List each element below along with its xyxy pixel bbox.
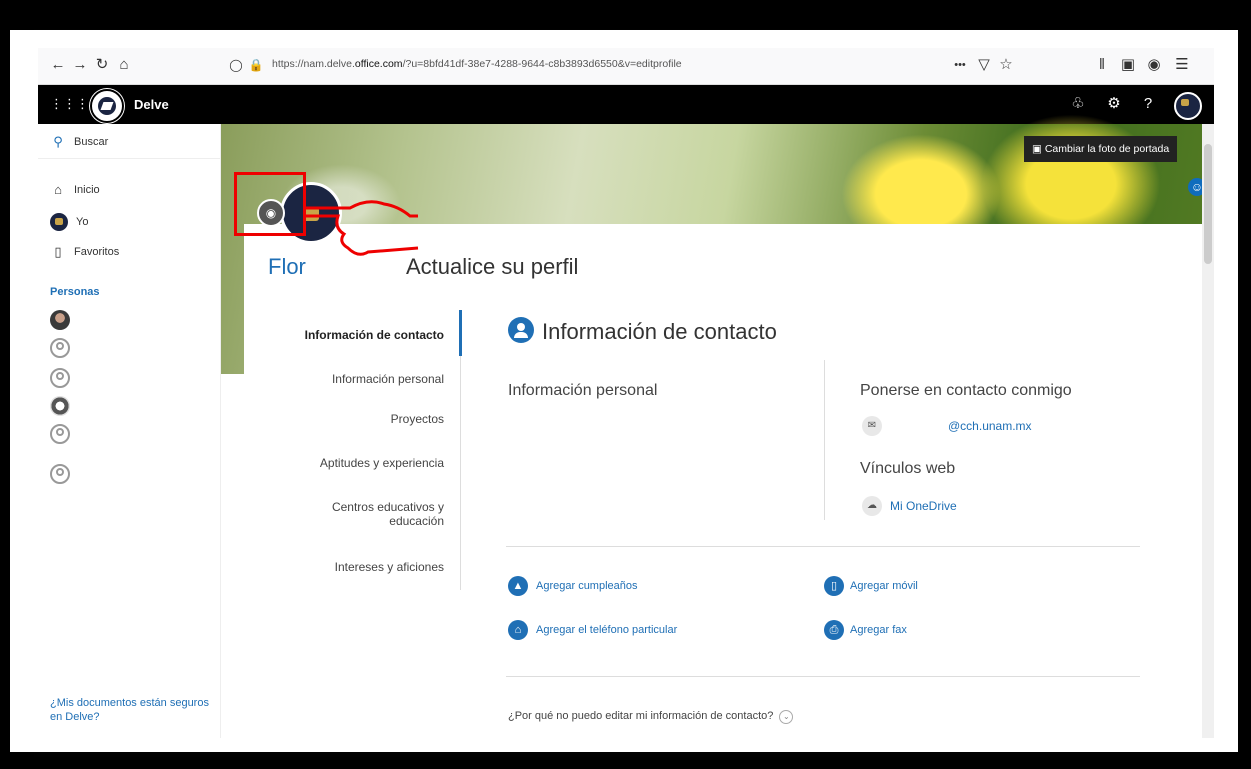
contact-section-icon [508,317,534,343]
nav-contact-info[interactable]: Información de contacto [305,328,444,342]
fax-icon: ⎙ [824,620,844,640]
home-phone-icon: ⌂ [508,620,528,640]
contact-me-heading: Ponerse en contacto conmigo [860,382,1072,399]
divider [506,676,1140,677]
mobile-icon: ▯ [824,576,844,596]
profile-name: Flor [268,254,306,279]
birthday-icon: ▲ [508,576,528,596]
nav-active-indicator [459,310,462,356]
scrollbar[interactable] [1202,124,1214,738]
divider [506,546,1140,547]
add-fax-link[interactable]: Agregar fax [850,624,907,636]
chevron-down-icon: ⌄ [779,710,794,724]
add-mobile-link[interactable]: Agregar móvil [850,580,918,592]
add-home-phone-link[interactable]: Agregar el teléfono particular [536,624,677,636]
column-divider [824,360,825,520]
personal-info-heading: Información personal [508,382,658,399]
web-links-heading: Vínculos web [860,460,956,477]
mail-icon: ✉ [862,416,882,436]
nav-education[interactable]: Centros educativos y educación [314,500,444,528]
browser-window: ← → ↻ ⌂ ◯ 🔒 https://nam.delve.office.com… [38,48,1214,738]
email-link[interactable]: @cch.unam.mx [948,419,1032,433]
nav-projects[interactable]: Proyectos [391,412,444,426]
onedrive-link[interactable]: Mi OneDrive [890,499,957,513]
update-profile-title: Actualice su perfil [406,254,579,279]
scroll-thumb[interactable] [1204,144,1212,264]
why-cant-edit[interactable]: ¿Por qué no puedo editar mi información … [508,710,794,724]
add-birthday-link[interactable]: Agregar cumpleaños [536,580,638,592]
cloud-icon: ☁ [862,496,882,516]
section-title: Información de contacto [542,319,777,344]
nav-interests[interactable]: Intereses y aficiones [335,560,444,574]
nav-personal-info[interactable]: Información personal [332,372,444,386]
nav-skills[interactable]: Aptitudes y experiencia [320,456,444,470]
